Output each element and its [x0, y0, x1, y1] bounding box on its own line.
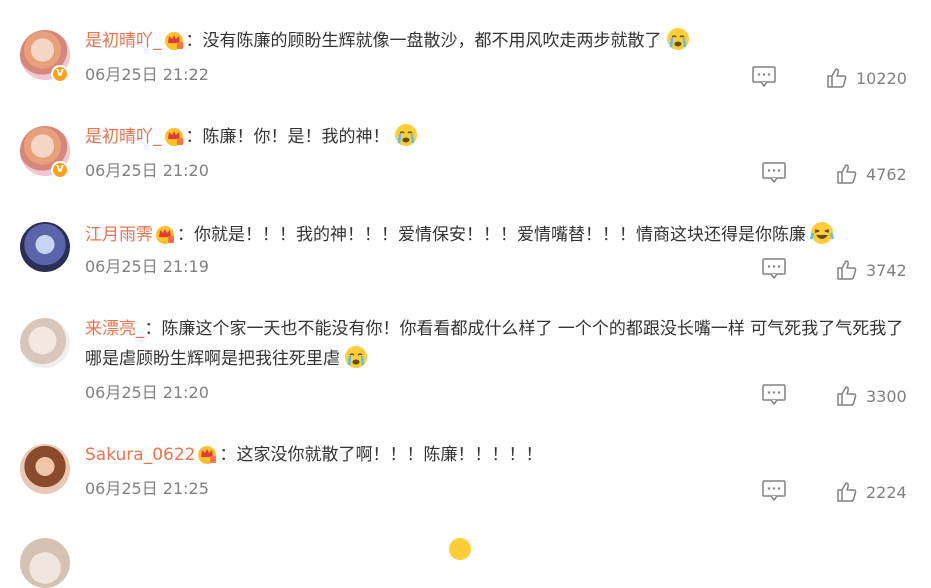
thumbs-up-icon — [827, 68, 847, 88]
like-count: 3742 — [866, 260, 907, 280]
username-link[interactable]: Sakura_0622 — [85, 445, 195, 465]
crying-emoji-icon — [449, 538, 471, 560]
avatar[interactable] — [20, 318, 70, 368]
verified-badge-icon: V — [51, 65, 69, 83]
username-link[interactable]: 是初晴吖_ — [85, 31, 162, 51]
separator: ： — [185, 31, 203, 51]
comment-content: Sakura_0622 ：这家没你就散了啊！！！陈廉！！！！！ — [85, 442, 542, 468]
thumbs-up-icon — [837, 386, 857, 406]
comment-time: 06月25日 21:22 — [85, 65, 209, 84]
laugh-cry-emoji-icon — [810, 222, 834, 244]
comment-text: 陈廉！你！是！我的神！ — [202, 127, 390, 147]
crown-icon — [198, 446, 217, 464]
crying-emoji-icon — [345, 346, 367, 368]
like-button[interactable]: 3742 — [836, 258, 907, 282]
comment-text: 你就是！！！我的神！！！爱情保安！！！爱情嘴替！！！情商这块还得是你陈廉 — [194, 225, 806, 245]
comment-content: 江月雨霁 ：你就是！！！我的神！！！爱情保安！！！爱情嘴替！！！情商这块还得是你陈… — [85, 221, 834, 248]
crown-icon — [164, 128, 183, 146]
separator: ： — [177, 225, 194, 245]
comment-time: 06月25日 21:20 — [85, 161, 209, 180]
like-count: 4762 — [866, 164, 907, 184]
reply-icon[interactable] — [752, 66, 776, 88]
like-button[interactable]: 4762 — [836, 162, 907, 186]
comment-content: 来漂亮_：陈廉这个家一天也不能没有你！你看看都成什么样了 一个个的都跟没长嘴一样… — [85, 314, 915, 374]
like-button[interactable]: 2224 — [836, 480, 907, 504]
crying-emoji-icon — [666, 28, 689, 50]
like-count: 10220 — [856, 68, 907, 88]
crown-icon — [156, 226, 174, 244]
like-button[interactable]: 10220 — [826, 66, 907, 90]
comment-text: 没有陈廉的顾盼生辉就像一盘散沙，都不用风吹走两步就散了 — [202, 31, 662, 51]
crying-emoji-icon — [394, 124, 417, 146]
comment-text: 陈廉这个家一天也不能没有你！你看看都成什么样了 一个个的都跟没长嘴一样 可气死我… — [85, 319, 904, 369]
thumbs-up-icon — [837, 164, 857, 184]
verified-badge-icon: V — [51, 161, 69, 179]
thumbs-up-icon — [837, 260, 857, 280]
reply-icon[interactable] — [762, 480, 786, 502]
like-button[interactable]: 3300 — [836, 384, 907, 408]
crown-icon — [164, 32, 183, 50]
separator: ： — [144, 319, 162, 339]
avatar[interactable] — [20, 538, 70, 588]
username-link[interactable]: 江月雨霁 — [85, 225, 153, 245]
comment-content: 是初晴吖_ ：陈廉！你！是！我的神！ — [85, 123, 418, 150]
comment-time: 06月25日 21:20 — [85, 383, 209, 402]
reply-icon[interactable] — [762, 162, 786, 184]
comment-text: 这家没你就散了啊！！！陈廉！！！！！ — [236, 445, 543, 465]
comment-time: 06月25日 21:19 — [85, 257, 209, 276]
separator: ： — [185, 127, 203, 147]
reply-icon[interactable] — [762, 384, 786, 406]
reply-icon[interactable] — [762, 258, 786, 280]
avatar[interactable] — [20, 444, 70, 494]
avatar[interactable] — [20, 222, 70, 272]
thumbs-up-icon — [837, 482, 857, 502]
separator: ： — [219, 445, 237, 465]
username-link[interactable]: 来漂亮_ — [85, 319, 145, 339]
like-count: 2224 — [866, 482, 907, 502]
like-count: 3300 — [866, 386, 907, 406]
comment-time: 06月25日 21:25 — [85, 479, 209, 498]
username-link[interactable]: 是初晴吖_ — [85, 127, 162, 147]
comment-content: 是初晴吖_ ：没有陈廉的顾盼生辉就像一盘散沙，都不用风吹走两步就散了 — [85, 27, 690, 54]
